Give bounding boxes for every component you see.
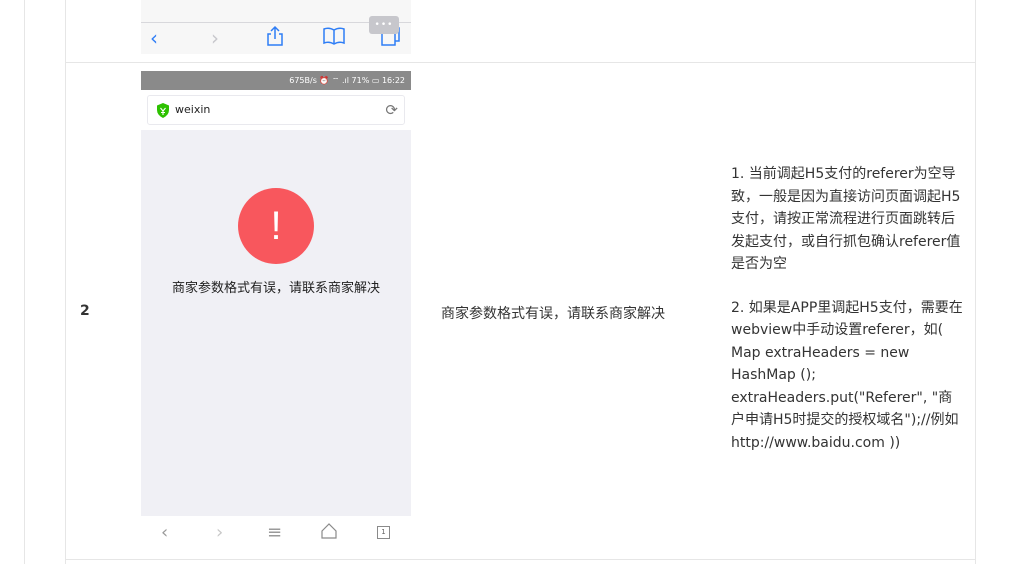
table-left-border [24, 0, 25, 564]
status-bar: 675B/s ⏰ ⌔ .ıl 71% ▭ 16:22 [141, 71, 411, 90]
menu-icon[interactable]: ≡ [267, 522, 282, 544]
address-bar[interactable]: weixin ⟳ [147, 95, 405, 125]
previous-row-screenshot: ‹ › ••• [141, 0, 411, 54]
error-message-cell: 商家参数格式有误，请联系商家解决 [441, 306, 665, 322]
url-text: weixin [175, 103, 211, 116]
solution-cell: 1. 当前调起H5支付的referer为空导致，一般是因为直接访问页面调起H5支… [731, 163, 963, 454]
table-col-divider [65, 0, 66, 564]
share-icon[interactable] [266, 25, 284, 52]
shield-icon [157, 103, 169, 118]
exclamation-icon: ! [270, 204, 282, 248]
bookmarks-icon[interactable] [323, 26, 345, 51]
reload-icon[interactable]: ⟳ [385, 99, 398, 121]
solution-paragraph-1: 1. 当前调起H5支付的referer为空导致，一般是因为直接访问页面调起H5支… [731, 166, 961, 272]
solution-paragraph-2: 2. 如果是APP里调起H5支付，需要在webview中手动设置referer，… [731, 299, 963, 451]
error-message: 商家参数格式有误，请联系商家解决 [171, 281, 380, 296]
row-divider-bottom [65, 559, 975, 560]
table-right-border [975, 0, 976, 564]
phone-screenshot: 675B/s ⏰ ⌔ .ıl 71% ▭ 16:22 weixin ⟳ ! 商家… [141, 71, 411, 552]
tab-count-icon[interactable]: 1 [377, 526, 390, 539]
forward-chevron-icon[interactable]: › [216, 522, 223, 544]
back-chevron-icon[interactable]: ‹ [161, 522, 168, 544]
error-circle: ! [238, 188, 314, 264]
address-bar-area: weixin ⟳ [141, 90, 411, 130]
keyboard-dots-icon: ••• [369, 16, 399, 34]
row-number: 2 [80, 303, 90, 319]
back-arrow-icon[interactable]: ‹ [150, 26, 158, 50]
home-icon[interactable] [321, 523, 337, 545]
forward-arrow-icon[interactable]: › [211, 26, 219, 50]
browser-bottom-nav: ‹ › ≡ 1 [141, 516, 411, 552]
row-divider-top [65, 62, 975, 63]
